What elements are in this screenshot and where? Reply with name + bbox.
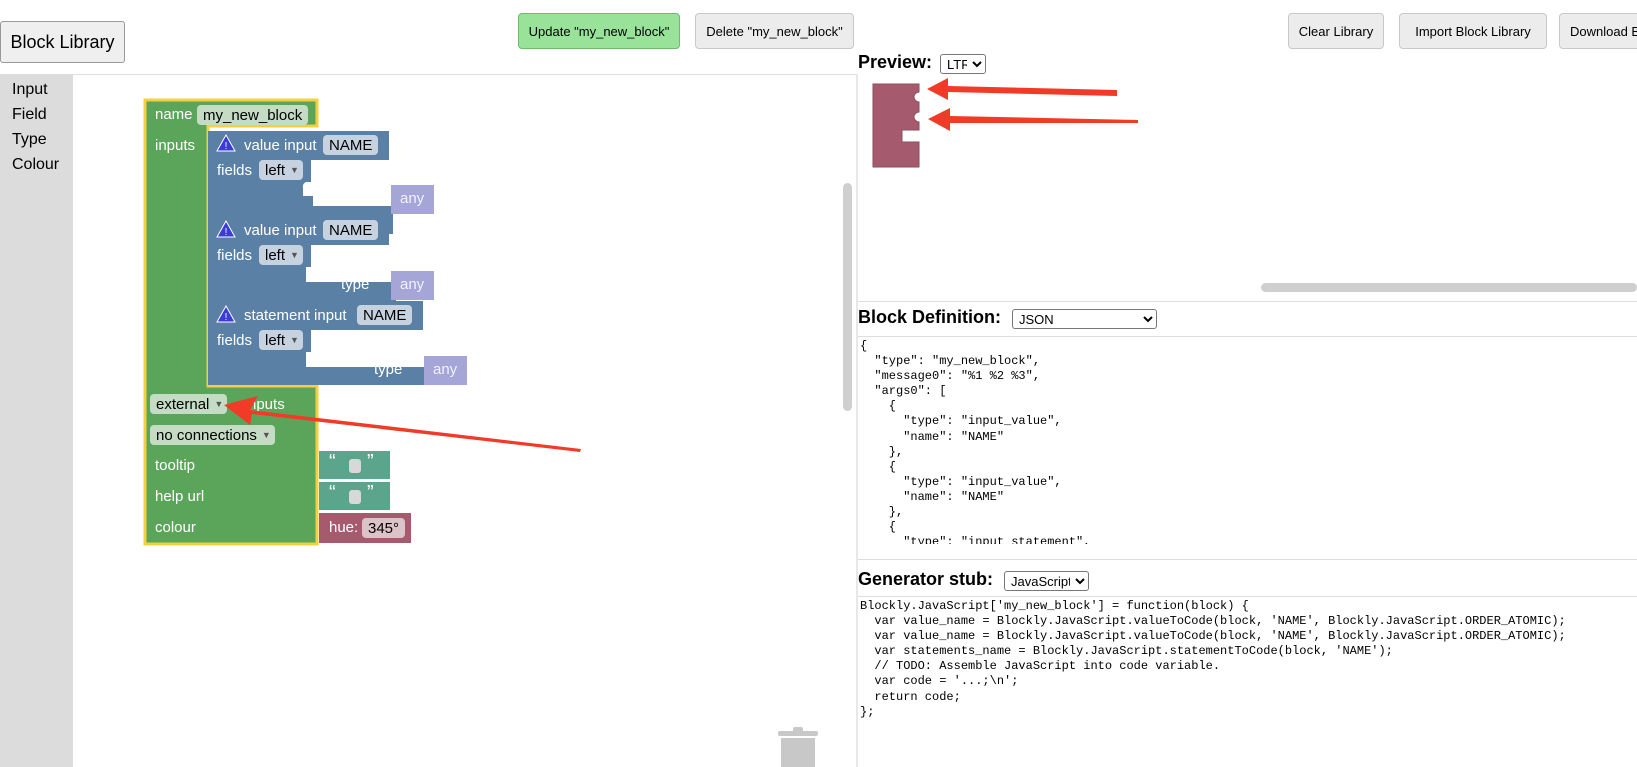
generator-stub-code[interactable]: Blockly.JavaScript['my_new_block'] = fun…	[860, 599, 1637, 729]
section-divider	[858, 559, 1637, 560]
section-divider	[858, 596, 1637, 597]
section-divider	[858, 336, 1637, 337]
generator-stub-title: Generator stub:	[858, 569, 994, 589]
import-library-button[interactable]: Import Block Library	[1399, 13, 1547, 49]
preview-horizontal-scrollbar[interactable]	[1261, 283, 1637, 292]
annotation-arrow-external	[224, 396, 581, 452]
block-definition-title: Block Definition:	[858, 307, 1001, 327]
generator-language-select[interactable]: JavaScript	[1004, 571, 1089, 591]
clear-library-button[interactable]: Clear Library	[1288, 13, 1384, 49]
section-divider	[858, 301, 1637, 302]
block-definition-code[interactable]: { "type": "my_new_block", "message0": "%…	[860, 339, 1637, 544]
annotation-arrows-preview	[927, 78, 1138, 131]
download-library-button[interactable]: Download B	[1559, 13, 1637, 49]
definition-format-select[interactable]: JSON	[1012, 309, 1157, 329]
